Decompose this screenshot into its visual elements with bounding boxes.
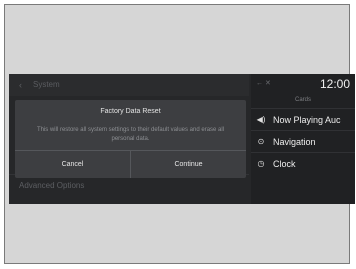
cards-panel: ← ✕ 12:00 Cards ◀) Now Playing Auc ⊙ Nav… [251, 74, 355, 204]
factory-reset-dialog: Factory Data Reset This will restore all… [15, 100, 246, 178]
navigation-pin-icon: ⊙ [257, 137, 265, 146]
clock-icon: ◷ [257, 159, 265, 168]
system-header: ‹ System [9, 74, 249, 96]
card-clock[interactable]: ◷ Clock [251, 152, 355, 174]
card-label: Now Playing Auc [273, 114, 341, 125]
card-label: Navigation [273, 136, 316, 147]
dialog-title: Factory Data Reset [100, 108, 161, 115]
continue-button[interactable]: Continue [131, 151, 246, 178]
head-unit-screen: ‹ System Advanced Options Factory Data R… [9, 74, 355, 204]
card-now-playing[interactable]: ◀) Now Playing Auc [251, 108, 355, 130]
advanced-options-row[interactable]: Advanced Options [19, 181, 84, 190]
speaker-icon: ◀) [256, 115, 266, 124]
dialog-message: This will restore all system settings to… [36, 127, 225, 142]
status-icons: ← ✕ [256, 80, 271, 87]
card-label: Clock [273, 158, 296, 169]
cards-title: Cards [294, 97, 311, 103]
clock-display: 12:00 [319, 77, 350, 91]
chevron-left-icon[interactable]: ‹ [19, 80, 29, 90]
system-title: System [33, 80, 60, 89]
cancel-button[interactable]: Cancel [15, 151, 130, 178]
card-navigation[interactable]: ⊙ Navigation [251, 130, 355, 152]
